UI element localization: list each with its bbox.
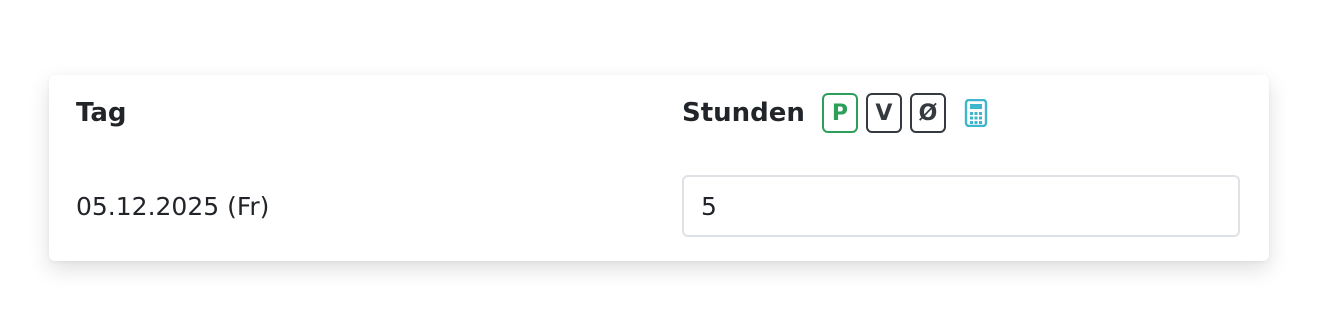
hours-input[interactable] bbox=[682, 175, 1240, 237]
badge-p-button[interactable]: P bbox=[821, 93, 858, 133]
column-header-hours-group: Stunden P V Ø bbox=[682, 93, 988, 133]
table-row-day: 05.12.2025 (Fr) bbox=[76, 192, 270, 221]
column-header-day: Tag bbox=[76, 98, 127, 128]
badge-v-button[interactable]: V bbox=[865, 93, 902, 133]
column-header-hours: Stunden bbox=[682, 98, 805, 128]
calculator-icon[interactable] bbox=[964, 99, 988, 127]
hours-table-card: Tag Stunden P V Ø 05.12.2025 (Fr) bbox=[49, 75, 1269, 261]
badge-empty-button[interactable]: Ø bbox=[909, 93, 946, 133]
